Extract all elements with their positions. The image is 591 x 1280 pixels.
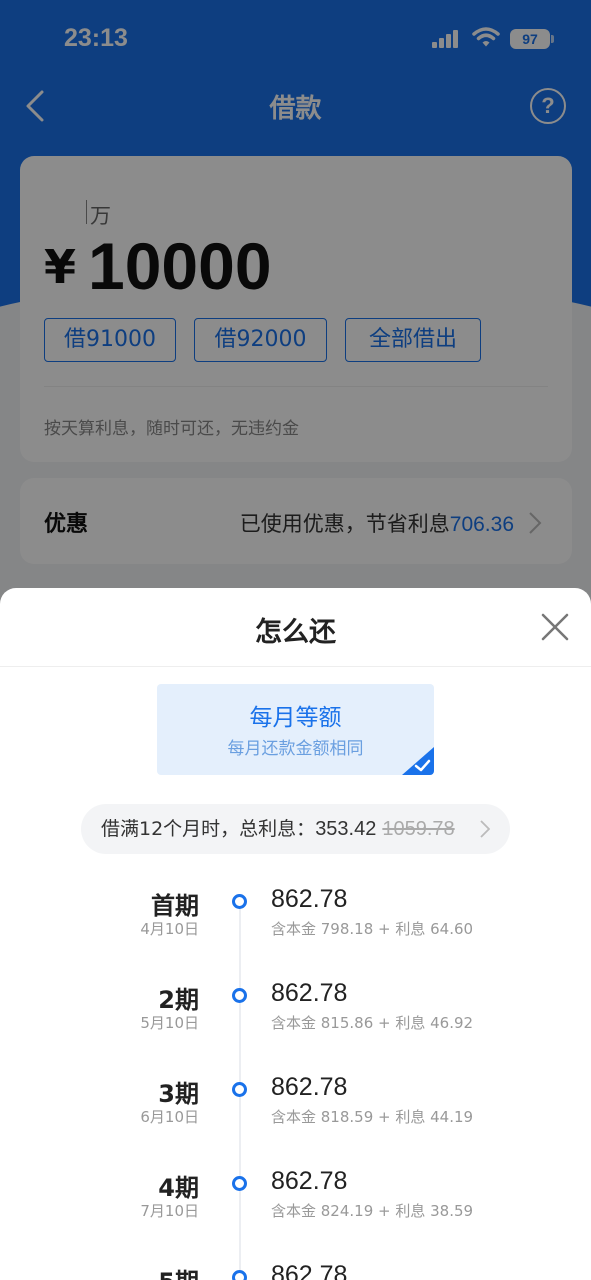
installment-amount: 862.78 bbox=[271, 885, 348, 913]
timeline-dot bbox=[232, 1270, 247, 1280]
selected-check-icon bbox=[402, 747, 434, 775]
installment-row: 首期 4月10日 862.78 含本金 798.18 + 利息 64.60 bbox=[0, 885, 591, 966]
installment-detail: 含本金 824.19 + 利息 38.59 bbox=[271, 1202, 474, 1220]
installment-period: 5期 bbox=[158, 1262, 199, 1280]
installment-date: 4月10日 bbox=[140, 920, 199, 938]
installment-amount: 862.78 bbox=[271, 1261, 348, 1280]
installment-date: 5月10日 bbox=[140, 1014, 199, 1032]
divider bbox=[0, 666, 591, 667]
timeline-dot bbox=[232, 1176, 247, 1191]
installment-row: 5期 862.78 bbox=[0, 1261, 591, 1280]
repayment-sheet: 怎么还 每月等额 每月还款金额相同 借满12个月时，总利息：353.42 1059… bbox=[0, 588, 591, 1280]
chevron-right-icon bbox=[480, 820, 490, 838]
installment-date: 7月10日 bbox=[140, 1202, 199, 1220]
installment-detail: 含本金 798.18 + 利息 64.60 bbox=[271, 920, 474, 938]
original-interest: 1059.78 bbox=[382, 818, 455, 840]
installment-period: 2期 bbox=[158, 986, 199, 1014]
installment-date: 6月10日 bbox=[140, 1108, 199, 1126]
installment-period: 首期 bbox=[151, 892, 199, 920]
sheet-title: 怎么还 bbox=[255, 617, 336, 648]
plan-subtitle: 每月还款金额相同 bbox=[227, 739, 364, 759]
installment-amount: 862.78 bbox=[271, 979, 348, 1007]
timeline-dot bbox=[232, 894, 247, 909]
timeline-dot bbox=[232, 988, 247, 1003]
installment-period: 4期 bbox=[158, 1174, 199, 1202]
repayment-plan-option[interactable]: 每月等额 每月还款金额相同 bbox=[157, 684, 434, 775]
installment-row: 3期 6月10日 862.78 含本金 818.59 + 利息 44.19 bbox=[0, 1073, 591, 1154]
installment-detail: 含本金 815.86 + 利息 46.92 bbox=[271, 1014, 474, 1032]
installment-amount: 862.78 bbox=[271, 1073, 348, 1101]
close-icon[interactable] bbox=[540, 612, 570, 642]
total-interest: 353.42 bbox=[315, 818, 377, 840]
total-interest-summary[interactable]: 借满12个月时，总利息：353.42 1059.78 bbox=[81, 804, 510, 854]
installment-detail: 含本金 818.59 + 利息 44.19 bbox=[271, 1108, 474, 1126]
installment-row: 4期 7月10日 862.78 含本金 824.19 + 利息 38.59 bbox=[0, 1167, 591, 1248]
installment-row: 2期 5月10日 862.78 含本金 815.86 + 利息 46.92 bbox=[0, 979, 591, 1060]
plan-title: 每月等额 bbox=[249, 705, 342, 731]
installment-amount: 862.78 bbox=[271, 1167, 348, 1195]
timeline-dot bbox=[232, 1082, 247, 1097]
installment-period: 3期 bbox=[158, 1080, 199, 1108]
